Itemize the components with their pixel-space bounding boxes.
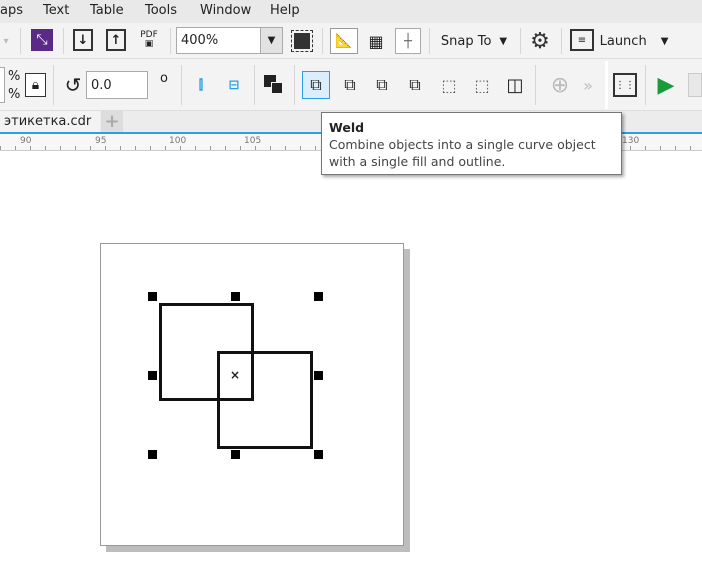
trim-icon[interactable]: ⧉ [337, 71, 363, 99]
full-screen-icon[interactable] [291, 30, 313, 52]
tab-label: этикетка.cdr [4, 114, 92, 129]
rotation-value: 0.0 [91, 77, 112, 93]
menu-window[interactable]: Window [200, 3, 251, 18]
add-tab-button[interactable]: + [101, 111, 123, 132]
plus-icon: + [104, 111, 120, 132]
gear-icon[interactable]: ⚙ [527, 28, 553, 54]
menu-maps[interactable]: aps [0, 3, 23, 18]
selection-handle[interactable] [314, 292, 323, 301]
rotation-angle-input[interactable]: 0.0 [86, 71, 148, 99]
calendar-icon[interactable]: ⋮⋮ [613, 73, 637, 97]
ruler-label: 130 [622, 136, 640, 146]
weld-tooltip: Weld Combine objects into a single curve… [321, 112, 622, 175]
mirror-vertical-icon[interactable]: ⊟ [223, 73, 245, 97]
zoom-level-input[interactable]: 400% [176, 27, 261, 54]
zoom-dropdown-button[interactable]: ▼ [260, 27, 283, 54]
show-grid-icon[interactable]: ▦ [364, 28, 388, 54]
back-minus-front-icon[interactable]: ⬚ [469, 71, 495, 99]
tooltip-title: Weld [329, 120, 365, 135]
selection-handle[interactable] [148, 371, 157, 380]
zoom-value: 400% [181, 33, 219, 48]
chevron-down-icon: ▼ [660, 35, 669, 47]
tooltip-description: Combine objects into a single curve obje… [329, 137, 596, 169]
scale-inputs[interactable] [0, 67, 5, 103]
intersect-icon[interactable]: ⧉ [369, 71, 395, 99]
show-rulers-icon[interactable]: 📐 [330, 28, 358, 54]
ruler-label: 90 [20, 136, 32, 146]
selection-handle[interactable] [231, 450, 240, 459]
center-x-icon[interactable]: × [230, 368, 240, 382]
selection-handle[interactable] [314, 371, 323, 380]
percent-label-x: % [8, 69, 21, 84]
pdf-icon: ▣ [144, 39, 154, 49]
export-icon[interactable]: ↑ [106, 29, 126, 51]
tab-document[interactable]: этикетка.cdr [0, 111, 100, 132]
selection-handle[interactable] [231, 292, 240, 301]
group-icon[interactable] [263, 73, 285, 97]
ruler-label: 105 [244, 136, 262, 146]
menu-bar: aps Text Table Tools Window Help [0, 0, 702, 23]
selection-handle[interactable] [314, 450, 323, 459]
front-minus-back-icon[interactable]: ⬚ [436, 71, 462, 99]
publish-pdf-button[interactable]: PDF ▣ [137, 29, 161, 51]
launch-dropdown[interactable]: Launch ▼ [598, 29, 670, 53]
create-boundary-icon[interactable]: ◫ [502, 71, 528, 99]
chevron-down-icon: ▼ [499, 35, 508, 47]
menu-tools[interactable]: Tools [145, 3, 177, 18]
show-guidelines-icon[interactable]: ┼ [395, 28, 421, 54]
ruler-label: 95 [95, 136, 107, 146]
ruler-label: 100 [169, 136, 187, 146]
mirror-horizontal-icon[interactable]: ⫿ [190, 73, 212, 97]
menu-text[interactable]: Text [43, 3, 69, 18]
dropdown-arrow-icon[interactable]: ▾ [0, 31, 12, 51]
selection-handle[interactable] [148, 292, 157, 301]
rectangle-2[interactable] [217, 351, 313, 449]
weld-icon[interactable]: ⧉ [302, 71, 330, 99]
menu-table[interactable]: Table [90, 3, 124, 18]
rotate-icon: ↺ [64, 73, 82, 97]
launch-app-icon: ≡ [570, 29, 594, 51]
import-icon[interactable]: ↓ [73, 29, 93, 51]
import-app-icon[interactable]: ⤡ [31, 29, 53, 51]
percent-label-y: % [8, 87, 21, 102]
degree-symbol: o [160, 71, 168, 86]
selection-handle[interactable] [148, 450, 157, 459]
play-icon[interactable]: ▶ [654, 71, 678, 99]
add-icon[interactable]: ⊕ [547, 71, 573, 99]
disabled-table-icon [688, 73, 702, 97]
standard-toolbar: ▾ ⤡ ↓ ↑ PDF ▣ 400% ▼ 📐 ▦ ┼ Snap To ▼ ⚙ ≡ L… [0, 23, 702, 59]
simplify-icon[interactable]: ⧉ [402, 71, 428, 99]
menu-help[interactable]: Help [270, 3, 300, 18]
snap-to-dropdown[interactable]: Snap To ▼ [436, 29, 512, 53]
launch-label: Launch [599, 33, 647, 49]
property-bar: % % 🔒︎ ↺ 0.0 o ⫿ ⊟ ⧉ ⧉ ⧉ ⧉ ⬚ ⬚ ◫ ⊕ » ⋮⋮ … [0, 59, 702, 111]
lock-ratio-icon[interactable]: 🔒︎ [25, 73, 46, 97]
snap-to-label: Snap To [440, 33, 492, 49]
more-icon[interactable]: » [579, 71, 597, 99]
